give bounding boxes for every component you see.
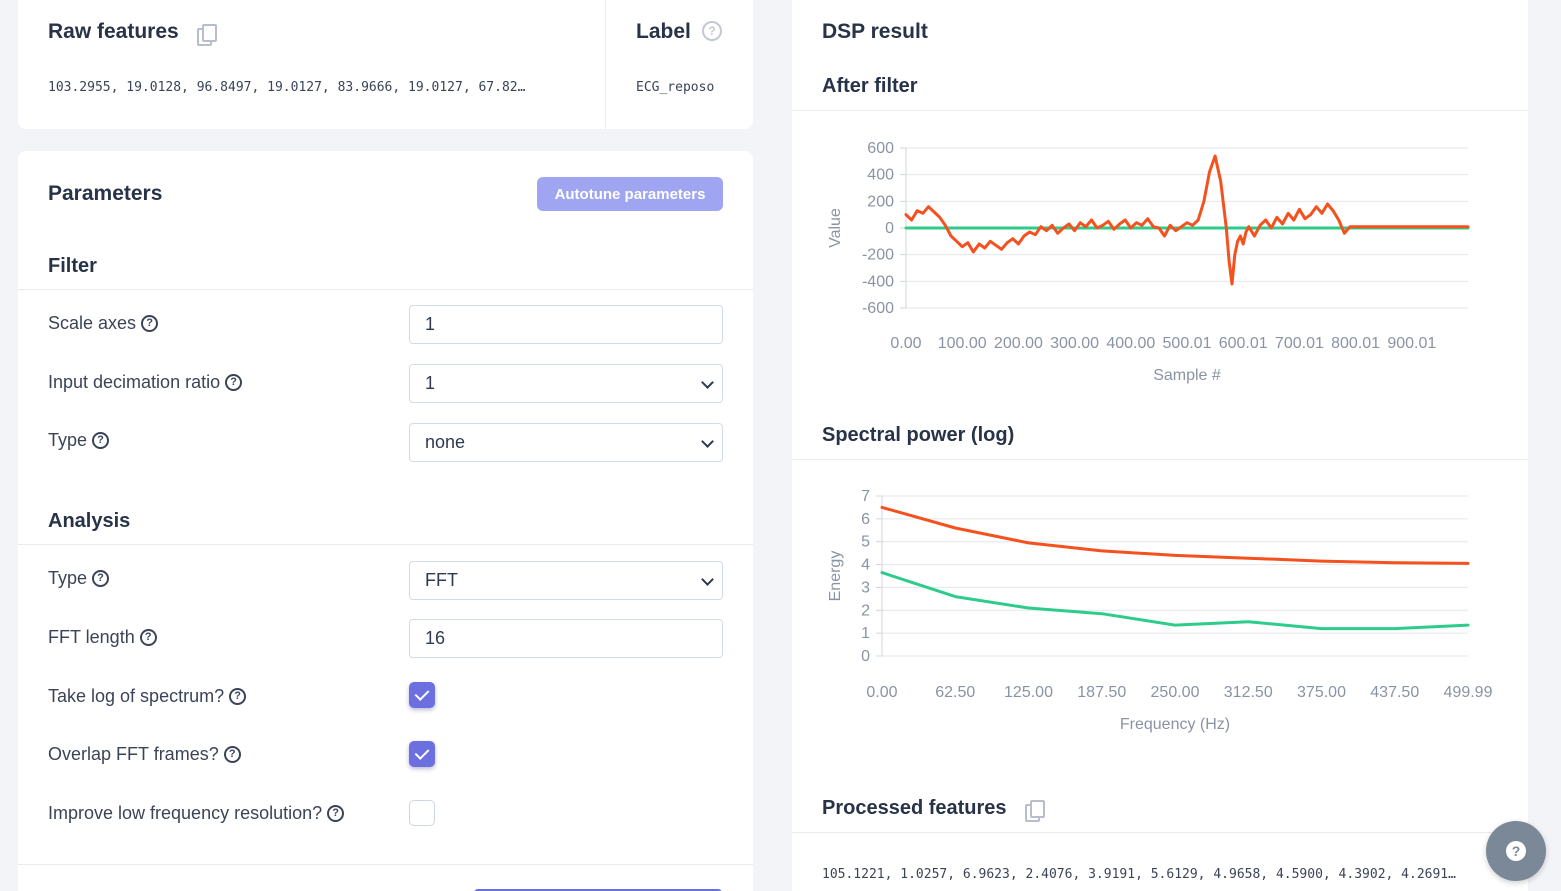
y-tick-label: 5 bbox=[861, 534, 870, 551]
divider bbox=[792, 110, 1528, 111]
x-tick-label: 700.01 bbox=[1275, 335, 1324, 352]
y-tick-label: 3 bbox=[861, 579, 870, 596]
spectral-power-chart: 7 6 5 4 3 2 1 0 0.00 62.50 125.00 187.50 250.00 312.5… bbox=[827, 488, 1493, 733]
help-icon[interactable]: ? bbox=[225, 374, 243, 391]
y-tick-label: 0 bbox=[861, 648, 870, 665]
y-tick-label: -200 bbox=[862, 247, 894, 264]
dsp-result-title: DSP result bbox=[822, 20, 928, 43]
x-tick-label: 437.50 bbox=[1370, 684, 1419, 701]
help-icon[interactable]: ? bbox=[92, 570, 110, 587]
x-tick-label: 499.99 bbox=[1444, 684, 1493, 701]
x-tick-label: 200.00 bbox=[994, 335, 1043, 352]
decimation-select[interactable]: 1 bbox=[409, 364, 723, 403]
x-tick-label: 400.00 bbox=[1106, 335, 1155, 352]
decimation-label: Input decimation ratio ? bbox=[48, 372, 243, 393]
y-tick-label: 2 bbox=[861, 602, 870, 619]
low-freq-checkbox[interactable] bbox=[409, 800, 435, 826]
y-tick-label: 400 bbox=[867, 167, 894, 184]
x-tick-label: 125.00 bbox=[1004, 684, 1053, 701]
question-icon: ? bbox=[1506, 841, 1526, 861]
x-tick-label: 187.50 bbox=[1077, 684, 1126, 701]
divider bbox=[792, 832, 1528, 833]
x-tick-label: 900.01 bbox=[1387, 335, 1436, 352]
x-tick-label: 62.50 bbox=[935, 684, 975, 701]
filter-section-title: Filter bbox=[48, 255, 97, 277]
divider bbox=[792, 459, 1528, 460]
x-tick-label: 100.00 bbox=[938, 335, 987, 352]
x-tick-label: 0.00 bbox=[866, 684, 897, 701]
x-axis-label: Frequency (Hz) bbox=[1120, 716, 1230, 733]
overlap-frames-checkbox[interactable] bbox=[409, 741, 435, 767]
y-tick-label: -600 bbox=[862, 300, 894, 317]
x-tick-label: 312.50 bbox=[1224, 684, 1273, 701]
fft-length-label: FFT length ? bbox=[48, 627, 157, 648]
spectral-power-title: Spectral power (log) bbox=[822, 424, 1015, 446]
help-icon[interactable]: ? bbox=[141, 315, 159, 332]
x-axis-label: Sample # bbox=[1153, 367, 1221, 384]
series-line bbox=[904, 154, 1470, 286]
analysis-section-title: Analysis bbox=[48, 510, 131, 532]
y-tick-label: 600 bbox=[867, 140, 894, 157]
help-icon[interactable]: ? bbox=[92, 432, 110, 449]
y-axis-label: Value bbox=[827, 208, 844, 248]
help-button[interactable]: ? bbox=[1486, 821, 1546, 881]
x-tick-label: 600.01 bbox=[1219, 335, 1268, 352]
divider bbox=[18, 289, 753, 290]
log-spectrum-checkbox[interactable] bbox=[409, 682, 435, 708]
processed-features-title: Processed features bbox=[822, 797, 1045, 822]
series-line bbox=[880, 571, 1470, 631]
low-freq-label: Improve low frequency resolution? ? bbox=[48, 803, 345, 824]
label-value: ECG_reposo bbox=[636, 80, 715, 95]
x-tick-label: 500.01 bbox=[1163, 335, 1212, 352]
divider bbox=[18, 544, 753, 545]
fft-length-input[interactable]: 16 bbox=[409, 619, 723, 658]
copy-icon[interactable] bbox=[1025, 799, 1045, 822]
y-tick-label: 0 bbox=[885, 220, 894, 237]
y-tick-label: 200 bbox=[867, 193, 894, 210]
x-tick-label: 250.00 bbox=[1151, 684, 1200, 701]
log-spectrum-label: Take log of spectrum? ? bbox=[48, 686, 247, 707]
y-tick-label: -400 bbox=[862, 273, 894, 290]
x-tick-label: 0.00 bbox=[890, 335, 921, 352]
parameters-card: Parameters Autotune parameters Filter Sc… bbox=[18, 151, 753, 891]
x-tick-label: 300.00 bbox=[1050, 335, 1099, 352]
x-tick-label: 375.00 bbox=[1297, 684, 1346, 701]
raw-features-title: Raw features bbox=[48, 20, 218, 46]
y-axis-label: Energy bbox=[827, 551, 844, 602]
filter-type-select[interactable]: none bbox=[409, 423, 723, 462]
autotune-button[interactable]: Autotune parameters bbox=[537, 177, 723, 211]
help-icon[interactable]: ? bbox=[139, 629, 157, 646]
copy-icon[interactable] bbox=[197, 23, 218, 46]
after-filter-title: After filter bbox=[822, 75, 918, 97]
y-tick-label: 7 bbox=[861, 488, 870, 505]
overlap-frames-label: Overlap FFT frames? ? bbox=[48, 744, 241, 765]
help-icon[interactable]: ? bbox=[223, 746, 241, 763]
x-tick-label: 800.01 bbox=[1331, 335, 1380, 352]
series-line bbox=[880, 505, 1470, 565]
scale-axes-label: Scale axes ? bbox=[48, 313, 159, 334]
label-divider bbox=[605, 0, 606, 129]
after-filter-chart: 600 400 200 0 -200 -400 -600 0.00 100.00 200.00 30… bbox=[827, 140, 1470, 384]
raw-features-card: Raw features 103.2955, 19.0128, 96.8497,… bbox=[18, 0, 753, 129]
raw-features-values: 103.2955, 19.0128, 96.8497, 19.0127, 83.… bbox=[48, 80, 526, 95]
help-icon[interactable]: ? bbox=[229, 688, 247, 705]
help-icon[interactable]: ? bbox=[702, 21, 722, 41]
analysis-type-label: Type ? bbox=[48, 568, 110, 589]
analysis-type-select[interactable]: FFT bbox=[409, 561, 723, 600]
help-icon[interactable]: ? bbox=[327, 805, 345, 822]
chevron-down-icon bbox=[701, 376, 714, 389]
y-tick-label: 4 bbox=[861, 557, 870, 574]
label-title: Label bbox=[636, 20, 691, 43]
chevron-down-icon bbox=[701, 435, 714, 448]
parameters-title: Parameters bbox=[48, 182, 163, 205]
scale-axes-input[interactable]: 1 bbox=[409, 305, 723, 344]
chevron-down-icon bbox=[701, 573, 714, 586]
processed-features-values: 105.1221, 1.0257, 6.9623, 2.4076, 3.9191… bbox=[822, 867, 1456, 882]
dsp-result-card: DSP result After filter 600 400 200 0 -200 -4… bbox=[792, 0, 1528, 891]
y-tick-label: 1 bbox=[861, 625, 870, 642]
filter-type-label: Type ? bbox=[48, 430, 110, 451]
y-tick-label: 6 bbox=[861, 511, 870, 528]
divider bbox=[18, 864, 753, 865]
